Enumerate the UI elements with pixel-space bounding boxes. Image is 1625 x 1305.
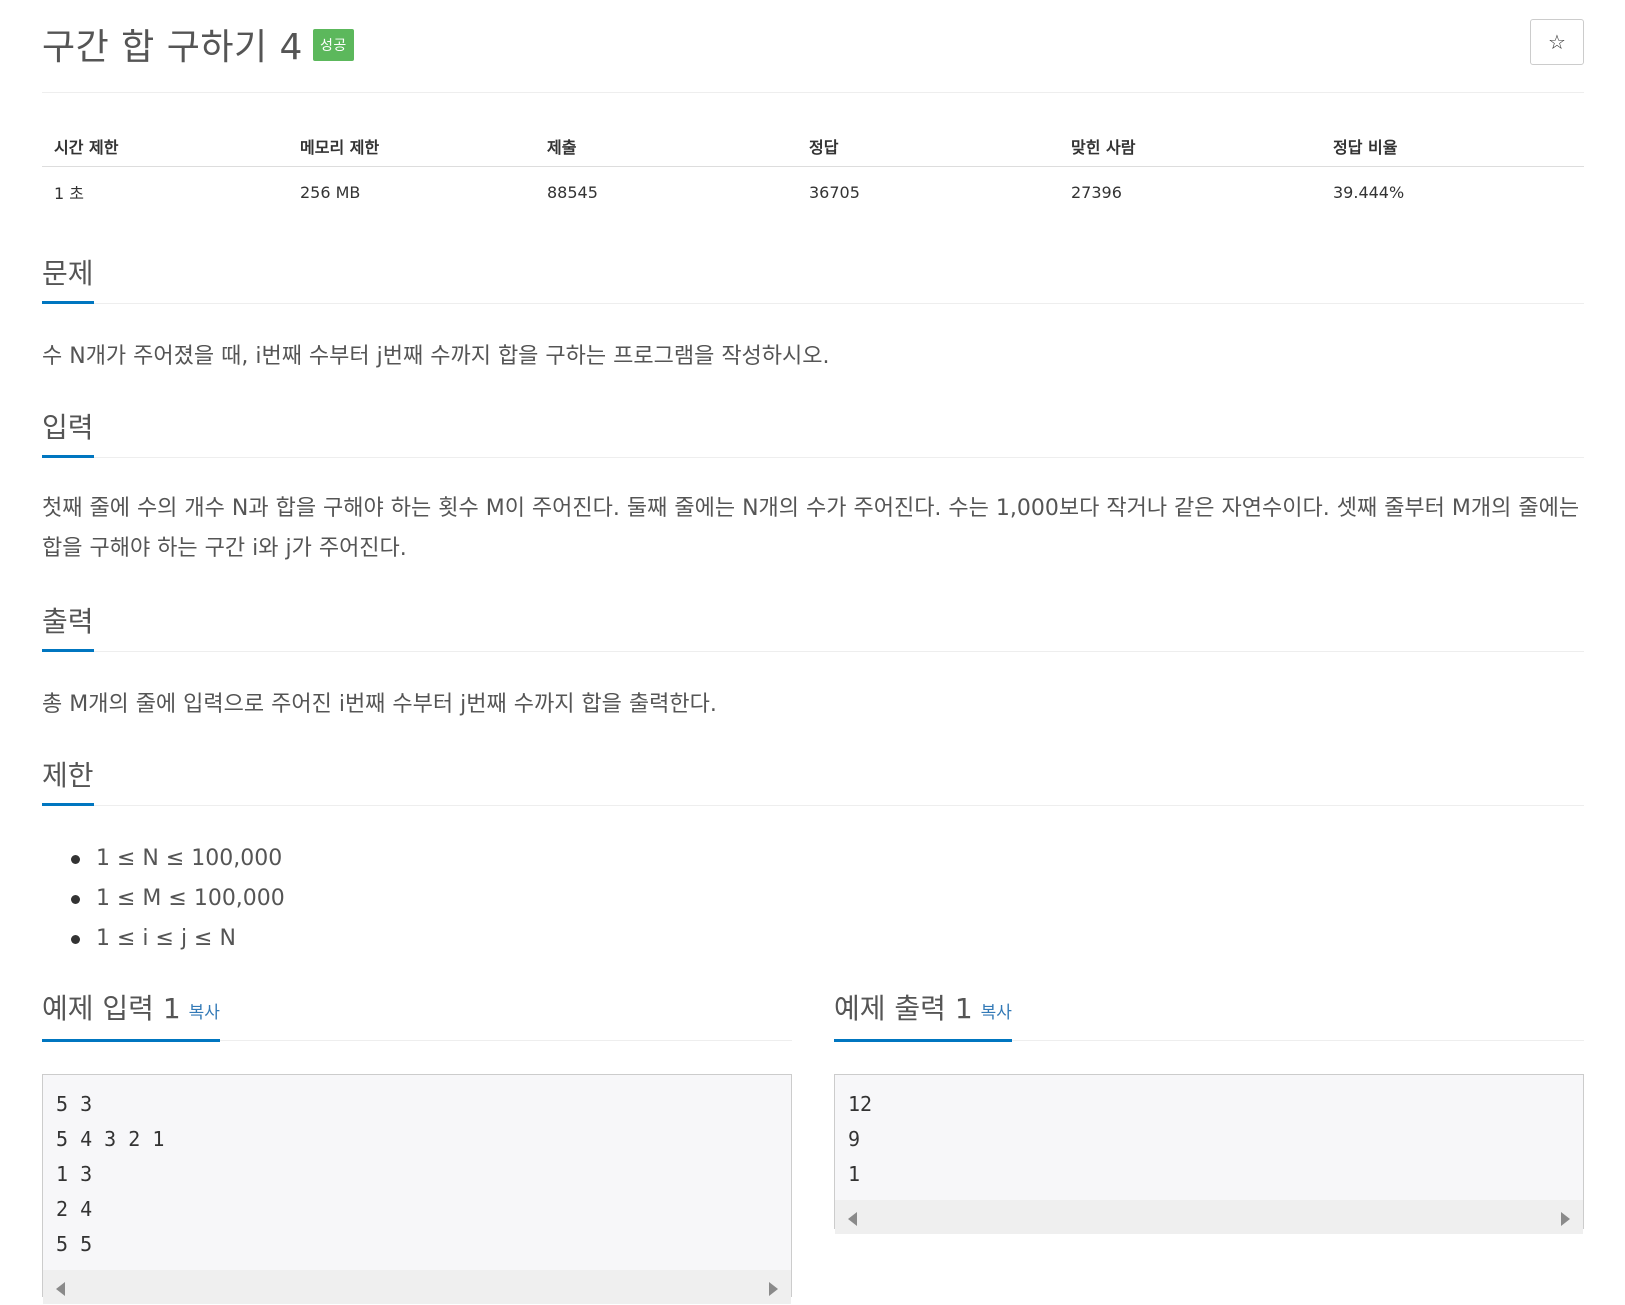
sample-output-box: 12 9 1 xyxy=(834,1074,1584,1234)
info-header-solved-users: 맞힌 사람 xyxy=(1059,126,1321,167)
sample-output-title: 예제 출력 1 xyxy=(834,992,973,1025)
limit-item: 1 ≤ N ≤ 100,000 xyxy=(71,839,285,879)
section-title-output: 출력 xyxy=(42,603,94,652)
favorite-star-button[interactable]: ☆ xyxy=(1530,19,1584,65)
problem-title-text: 구간 합 구하기 4 xyxy=(42,27,303,68)
output-text: 총 M개의 줄에 입력으로 주어진 i번째 수부터 j번째 수까지 합을 출력한… xyxy=(42,692,717,717)
section-header: 출력 xyxy=(42,603,1584,652)
info-accept-ratio: 39.444% xyxy=(1333,182,1405,202)
section-header: 예제 입력 1 복사 xyxy=(42,991,792,1042)
section-title-description: 문제 xyxy=(42,255,94,304)
problem-limits-section: 제한 1 ≤ N ≤ 100,000 1 ≤ M ≤ 100,000 1 ≤ i… xyxy=(42,757,1584,951)
info-memory-limit: 256 MB xyxy=(300,182,361,202)
section-title-limits: 제한 xyxy=(42,757,94,806)
info-header-row: 시간 제한 메모리 제한 제출 정답 맞힌 사람 정답 비율 xyxy=(42,126,1584,167)
problem-header: 구간 합 구하기 4 성공 ☆ xyxy=(42,0,1584,93)
input-text: 첫째 줄에 수의 개수 N과 합을 구해야 하는 횟수 M이 주어진다. 둘째 … xyxy=(42,496,1580,561)
info-value-row: 1 초 256 MB 88545 36705 27396 39.444% xyxy=(42,166,1584,218)
problem-input-section: 입력 첫째 줄에 수의 개수 N과 합을 구해야 하는 횟수 M이 주어진다. … xyxy=(42,409,1584,561)
copy-sample-output-link[interactable]: 복사 xyxy=(981,1003,1012,1023)
section-header: 입력 xyxy=(42,409,1584,458)
info-header-accepted: 정답 xyxy=(797,126,1059,167)
horizontal-scrollbar[interactable] xyxy=(43,1270,791,1304)
problem-output-section: 출력 총 M개의 줄에 입력으로 주어진 i번째 수부터 j번째 수까지 합을 … xyxy=(42,603,1584,717)
info-submissions: 88545 xyxy=(547,182,598,202)
scroll-left-arrow-icon[interactable] xyxy=(56,1282,65,1296)
info-accepted: 36705 xyxy=(809,182,860,202)
sample-output-section: 예제 출력 1 복사 12 9 1 xyxy=(834,991,1584,1234)
problem-info-table: 시간 제한 메모리 제한 제출 정답 맞힌 사람 정답 비율 1 초 256 M… xyxy=(42,126,1584,218)
limit-item: 1 ≤ M ≤ 100,000 xyxy=(71,879,285,919)
status-badge: 성공 xyxy=(312,29,354,61)
sample-input-title: 예제 입력 1 xyxy=(42,992,181,1025)
info-header-submissions: 제출 xyxy=(535,126,797,167)
horizontal-scrollbar[interactable] xyxy=(835,1200,1583,1234)
scroll-right-arrow-icon[interactable] xyxy=(1561,1212,1570,1226)
section-header: 예제 출력 1 복사 xyxy=(834,991,1584,1042)
sample-input-box: 5 3 5 4 3 2 1 1 3 2 4 5 5 xyxy=(42,1074,792,1304)
info-solved-users: 27396 xyxy=(1071,182,1122,202)
sample-input-section: 예제 입력 1 복사 5 3 5 4 3 2 1 1 3 2 4 5 5 xyxy=(42,991,792,1304)
limits-list: 1 ≤ N ≤ 100,000 1 ≤ M ≤ 100,000 1 ≤ i ≤ … xyxy=(71,839,285,959)
star-icon: ☆ xyxy=(1548,30,1566,54)
scroll-right-arrow-icon[interactable] xyxy=(769,1282,778,1296)
limit-item: 1 ≤ i ≤ j ≤ N xyxy=(71,919,285,959)
section-header: 제한 xyxy=(42,757,1584,806)
info-time-limit: 1 초 xyxy=(54,184,84,204)
section-title-sample-input: 예제 입력 1 복사 xyxy=(42,991,220,1042)
info-header-accept-ratio: 정답 비율 xyxy=(1321,126,1584,167)
section-header: 문제 xyxy=(42,255,1584,304)
problem-description-section: 문제 수 N개가 주어졌을 때, i번째 수부터 j번째 수까지 합을 구하는 … xyxy=(42,255,1584,369)
sample-input-content: 5 3 5 4 3 2 1 1 3 2 4 5 5 xyxy=(56,1092,165,1256)
sample-output-content: 12 9 1 xyxy=(848,1092,873,1186)
problem-title: 구간 합 구하기 4 성공 xyxy=(42,18,354,70)
section-title-input: 입력 xyxy=(42,409,94,458)
description-text: 수 N개가 주어졌을 때, i번째 수부터 j번째 수까지 합을 구하는 프로그… xyxy=(42,344,830,369)
problem-page: 구간 합 구하기 4 성공 ☆ 시간 제한 메모리 제한 제출 정답 맞힌 사람 … xyxy=(42,0,1584,1304)
copy-sample-input-link[interactable]: 복사 xyxy=(189,1003,220,1023)
section-title-sample-output: 예제 출력 1 복사 xyxy=(834,991,1012,1042)
scroll-left-arrow-icon[interactable] xyxy=(848,1212,857,1226)
info-header-memory-limit: 메모리 제한 xyxy=(288,126,535,167)
info-header-time-limit: 시간 제한 xyxy=(42,126,288,167)
